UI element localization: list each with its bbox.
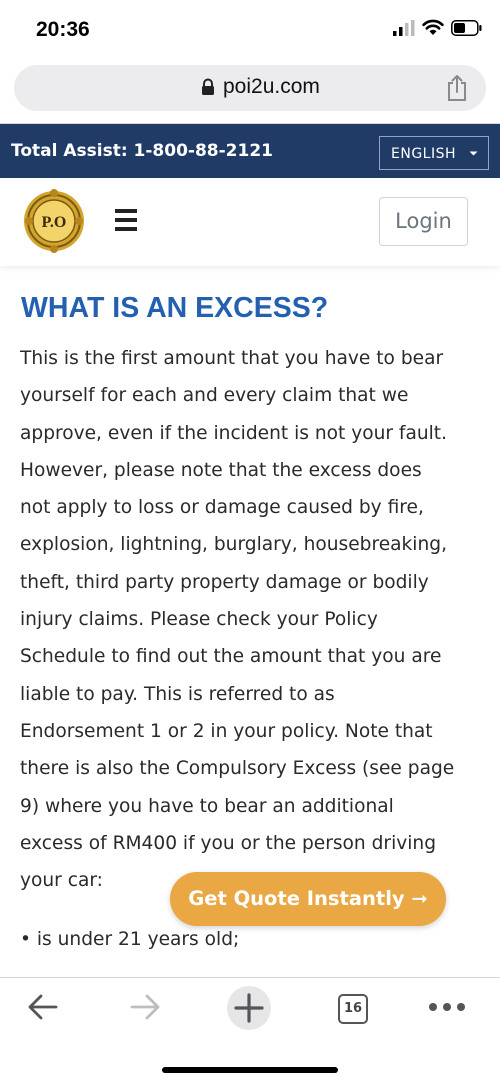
signal-icon bbox=[393, 19, 415, 36]
paragraph-line: liable to pay. This is referred to as bbox=[20, 683, 335, 705]
paragraph-line: excess of RM400 if you or the person dri… bbox=[20, 832, 436, 854]
paragraph-line: approve, even if the incident is not you… bbox=[20, 422, 448, 444]
menu-hamburger-icon[interactable] bbox=[115, 209, 137, 231]
paragraph-line: 9) where you have to bear an additional bbox=[20, 795, 394, 817]
assist-phone-text[interactable]: Total Assist: 1-800-88-2121 bbox=[11, 141, 273, 161]
share-icon[interactable] bbox=[446, 74, 468, 102]
get-quote-button[interactable]: Get Quote Instantly ➞ bbox=[170, 872, 446, 926]
url-text: poi2u.com bbox=[223, 75, 320, 98]
home-indicator bbox=[162, 1067, 338, 1073]
tabs-icon[interactable]: 16 bbox=[338, 994, 368, 1024]
paragraph-line: Schedule to find out the amount that you… bbox=[20, 646, 442, 668]
status-time: 20:36 bbox=[36, 18, 90, 41]
status-bar: 20:36 bbox=[0, 0, 500, 60]
battery-icon bbox=[451, 19, 482, 36]
paragraph-line: explosion, lightning, burglary, housebre… bbox=[20, 534, 447, 556]
lock-icon bbox=[202, 78, 214, 95]
language-select[interactable]: ENGLISH bbox=[379, 136, 489, 170]
login-button[interactable]: Login bbox=[379, 197, 468, 246]
paragraph-line: there is also the Compulsory Excess (see… bbox=[20, 758, 455, 780]
logo-text: P.O bbox=[42, 214, 67, 231]
paragraph-line: yourself for each and every claim that w… bbox=[20, 385, 409, 407]
paragraph-line: This is the first amount that you have t… bbox=[20, 348, 444, 369]
more-dots-icon[interactable] bbox=[428, 1002, 468, 1012]
bullet-item: • is under 21 years old; bbox=[20, 929, 240, 950]
status-icons bbox=[393, 19, 482, 36]
language-label: ENGLISH bbox=[391, 146, 457, 162]
paragraph-line: theft, third party property damage or bo… bbox=[20, 571, 429, 593]
new-tab-plus-icon[interactable] bbox=[226, 985, 272, 1031]
forward-arrow-icon[interactable] bbox=[128, 990, 162, 1024]
url-bar[interactable]: poi2u.com bbox=[14, 65, 486, 111]
excess-paragraph: This is the first amount that you have t… bbox=[20, 340, 490, 899]
page-title: WHAT IS AN EXCESS? bbox=[21, 292, 329, 324]
paragraph-line: However, please note that the excess doe… bbox=[20, 459, 422, 481]
logo[interactable]: P.O bbox=[22, 187, 86, 255]
back-arrow-icon[interactable] bbox=[26, 990, 60, 1024]
wifi-icon bbox=[422, 19, 444, 35]
paragraph-line: Endorsement 1 or 2 in your policy. Note … bbox=[20, 720, 433, 742]
caret-down-icon bbox=[469, 151, 478, 156]
site-header: P.O Login bbox=[0, 178, 500, 266]
paragraph-line: injury claims. Please check your Policy bbox=[20, 609, 378, 631]
paragraph-line: not apply to loss or damage caused by fi… bbox=[20, 497, 424, 519]
